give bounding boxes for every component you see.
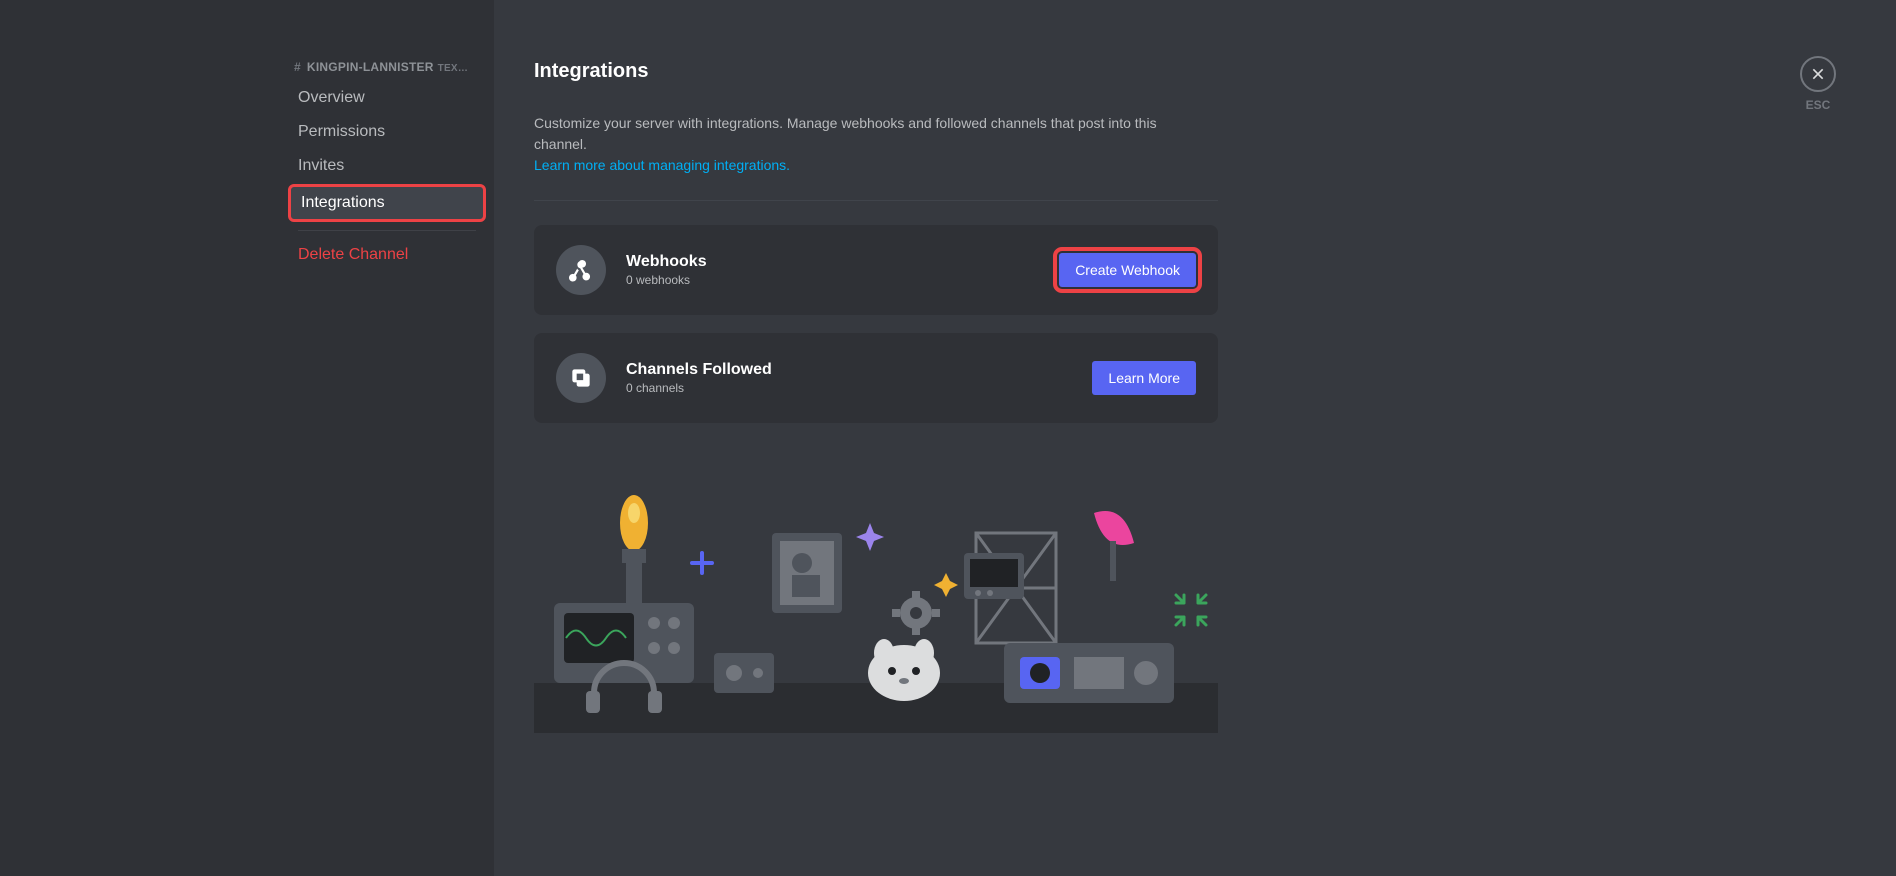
- create-webhook-highlight: Create Webhook: [1059, 253, 1196, 287]
- webhook-icon: [556, 245, 606, 295]
- webhooks-count: 0 webhooks: [626, 273, 1059, 287]
- channels-followed-icon: [556, 353, 606, 403]
- channel-type: TEX…: [438, 63, 468, 74]
- learn-more-button[interactable]: Learn More: [1092, 361, 1196, 395]
- page-desc-text: Customize your server with integrations.…: [534, 115, 1157, 152]
- webhooks-card: Webhooks 0 webhooks Create Webhook: [534, 225, 1218, 315]
- left-gutter: [0, 0, 274, 876]
- main-content: ESC Integrations Customize your server w…: [494, 0, 1896, 876]
- channel-settings-sidebar: # KINGPIN-LANNISTER TEX… Overview Permis…: [274, 0, 494, 876]
- page-description: Customize your server with integrations.…: [534, 113, 1194, 176]
- sidebar-item-integrations[interactable]: Integrations: [288, 184, 486, 222]
- page-title: Integrations: [534, 60, 1856, 83]
- webhooks-card-body: Webhooks 0 webhooks: [626, 253, 1059, 287]
- channels-followed-title: Channels Followed: [626, 361, 1092, 379]
- close-button[interactable]: [1800, 56, 1836, 92]
- learn-more-integrations-link[interactable]: Learn more about managing integrations.: [534, 157, 790, 173]
- webhooks-title: Webhooks: [626, 253, 1059, 271]
- channel-header: # KINGPIN-LANNISTER TEX…: [288, 60, 486, 82]
- sidebar-item-permissions[interactable]: Permissions: [288, 116, 486, 148]
- close-wrap: ESC: [1800, 56, 1836, 112]
- channels-followed-card-body: Channels Followed 0 channels: [626, 361, 1092, 395]
- close-icon: [1810, 66, 1826, 82]
- sidebar-item-overview[interactable]: Overview: [288, 82, 486, 114]
- create-webhook-button[interactable]: Create Webhook: [1059, 253, 1196, 287]
- hash-icon: #: [294, 60, 301, 74]
- integrations-illustration: [534, 453, 1218, 733]
- sidebar-item-delete-channel[interactable]: Delete Channel: [288, 239, 486, 271]
- sidebar-divider: [298, 230, 476, 231]
- channels-followed-card: Channels Followed 0 channels Learn More: [534, 333, 1218, 423]
- channels-followed-count: 0 channels: [626, 381, 1092, 395]
- channel-name: KINGPIN-LANNISTER: [307, 60, 434, 74]
- section-divider: [534, 200, 1218, 201]
- close-label: ESC: [1800, 98, 1836, 112]
- sidebar-item-invites[interactable]: Invites: [288, 150, 486, 182]
